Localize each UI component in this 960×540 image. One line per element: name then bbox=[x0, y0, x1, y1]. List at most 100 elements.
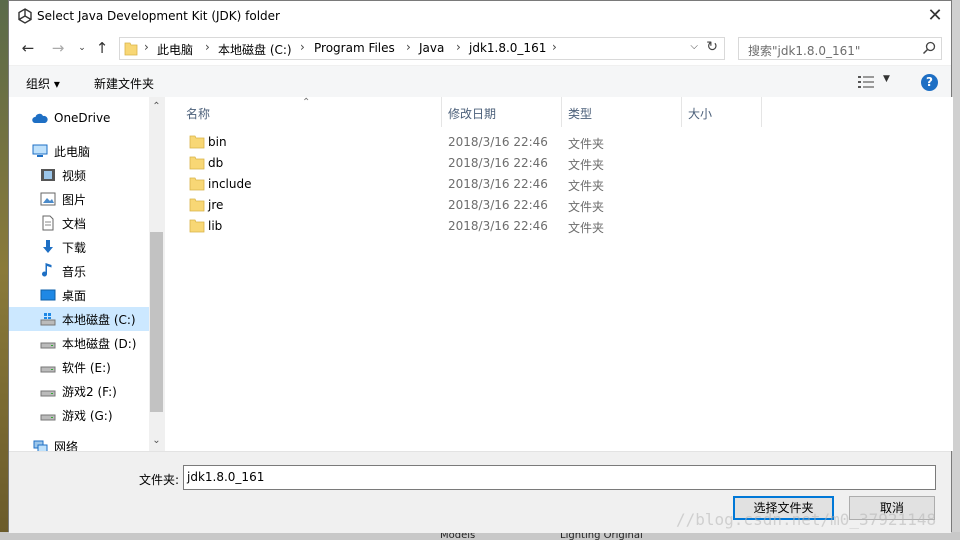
music-note-icon bbox=[42, 263, 52, 277]
folder-icon bbox=[189, 135, 205, 149]
breadcrumb-separator: › bbox=[144, 40, 149, 54]
video-icon bbox=[41, 169, 55, 181]
nav-item-drive-g[interactable]: 游戏 (G:) bbox=[9, 403, 149, 427]
file-type: 文件夹 bbox=[568, 158, 605, 172]
nav-item-label: 桌面 bbox=[62, 289, 87, 303]
nav-item-downloads[interactable]: 下载 bbox=[9, 235, 149, 259]
nav-item-label: 游戏 (G:) bbox=[62, 409, 113, 423]
nav-item-this-pc[interactable]: 此电脑 bbox=[9, 139, 149, 163]
background-tab-lighting: Lighting Original bbox=[560, 532, 643, 540]
refresh-icon[interactable]: ↻ bbox=[706, 39, 718, 55]
scroll-down-chevron-icon[interactable]: ⌄ bbox=[149, 435, 164, 446]
breadcrumb-jdk[interactable]: jdk1.8.0_161 bbox=[469, 41, 546, 55]
search-box[interactable]: 搜索"jdk1.8.0_161" bbox=[738, 37, 942, 60]
watermark: //blog.csdn.net/m0_37921148 bbox=[676, 510, 937, 529]
column-header-size[interactable]: 大小 bbox=[682, 97, 762, 127]
drive-icon bbox=[40, 342, 56, 349]
drive-icon bbox=[40, 414, 56, 421]
column-header-name[interactable]: 名称 bbox=[180, 97, 442, 127]
breadcrumb-drive-c[interactable]: 本地磁盘 (C:) bbox=[218, 41, 292, 58]
file-modified: 2018/3/16 22:46 bbox=[448, 177, 548, 191]
background-tab-models: Models bbox=[440, 532, 476, 540]
breadcrumb-java[interactable]: Java bbox=[419, 41, 444, 55]
nav-item-documents[interactable]: 文档 bbox=[9, 211, 149, 235]
view-options-button[interactable]: ▼ bbox=[858, 74, 892, 90]
nav-item-desktop[interactable]: 桌面 bbox=[9, 283, 149, 307]
file-name: bin bbox=[208, 135, 227, 149]
recent-locations-chevron-icon[interactable]: ⌄ bbox=[71, 37, 93, 59]
nav-item-label: 下载 bbox=[62, 241, 87, 255]
scroll-up-chevron-icon[interactable]: ⌃ bbox=[149, 101, 164, 112]
file-modified: 2018/3/16 22:46 bbox=[448, 219, 548, 233]
folder-icon bbox=[189, 177, 205, 191]
file-row[interactable]: db 2018/3/16 22:46 文件夹 bbox=[165, 153, 765, 174]
address-dropdown-chevron-icon[interactable]: ⌵ bbox=[690, 41, 698, 52]
file-row[interactable]: bin 2018/3/16 22:46 文件夹 bbox=[165, 132, 765, 153]
window-title: Select Java Development Kit (JDK) folder bbox=[37, 9, 280, 23]
download-arrow-icon bbox=[43, 240, 53, 253]
file-modified: 2018/3/16 22:46 bbox=[448, 156, 548, 170]
breadcrumb-separator: › bbox=[205, 40, 210, 54]
file-modified: 2018/3/16 22:46 bbox=[448, 198, 548, 212]
organize-button[interactable]: 组织 ▾ bbox=[26, 75, 60, 92]
up-arrow-icon[interactable]: ↑ bbox=[91, 37, 113, 59]
file-name: include bbox=[208, 177, 252, 191]
column-header-label: 修改日期 bbox=[448, 107, 497, 121]
nav-item-label: 游戏2 (F:) bbox=[62, 385, 117, 399]
search-icon bbox=[922, 41, 936, 55]
folder-picker-dialog: Select Java Development Kit (JDK) folder… bbox=[8, 0, 953, 533]
command-toolbar: 组织 ▾ 新建文件夹 ▼ ? bbox=[9, 65, 951, 97]
file-modified: 2018/3/16 22:46 bbox=[448, 135, 548, 149]
nav-item-label: 软件 (E:) bbox=[62, 361, 111, 375]
nav-item-drive-c[interactable]: 本地磁盘 (C:) bbox=[9, 307, 149, 331]
view-dropdown-icon: ▼ bbox=[883, 74, 890, 84]
breadcrumb-this-pc[interactable]: 此电脑 bbox=[157, 41, 193, 58]
file-row[interactable]: jre 2018/3/16 22:46 文件夹 bbox=[165, 195, 765, 216]
column-header-modified[interactable]: 修改日期 bbox=[442, 97, 562, 127]
nav-item-label: 本地磁盘 (C:) bbox=[62, 313, 136, 327]
file-row[interactable]: include 2018/3/16 22:46 文件夹 bbox=[165, 174, 765, 195]
forward-arrow-icon[interactable]: → bbox=[47, 37, 69, 59]
file-name: jre bbox=[208, 198, 224, 212]
new-folder-button[interactable]: 新建文件夹 bbox=[94, 75, 154, 92]
nav-item-drive-f[interactable]: 游戏2 (F:) bbox=[9, 379, 149, 403]
desktop-icon bbox=[40, 289, 56, 301]
address-row: ← → ⌄ ↑ › 此电脑 › 本地磁盘 (C:) › Program File… bbox=[9, 33, 951, 63]
nav-item-network[interactable]: 网络 bbox=[9, 434, 149, 451]
file-row[interactable]: lib 2018/3/16 22:46 文件夹 bbox=[165, 216, 765, 237]
column-header-type[interactable]: 类型 bbox=[562, 97, 682, 127]
nav-scrollbar[interactable]: ⌃ ⌄ bbox=[149, 97, 164, 451]
nav-item-videos[interactable]: 视频 bbox=[9, 163, 149, 187]
search-placeholder: 搜索"jdk1.8.0_161" bbox=[748, 44, 861, 58]
nav-item-label: 此电脑 bbox=[54, 145, 91, 159]
scrollbar-thumb[interactable] bbox=[150, 232, 163, 412]
address-bar[interactable]: › 此电脑 › 本地磁盘 (C:) › Program Files › Java… bbox=[119, 37, 725, 60]
nav-item-drive-e[interactable]: 软件 (E:) bbox=[9, 355, 149, 379]
folder-field-label: 文件夹: bbox=[139, 473, 180, 487]
nav-item-onedrive[interactable]: OneDrive bbox=[9, 107, 149, 131]
nav-item-music[interactable]: 音乐 bbox=[9, 259, 149, 283]
background-strip-right bbox=[952, 0, 960, 540]
cloud-icon bbox=[32, 113, 48, 123]
folder-icon bbox=[189, 156, 205, 170]
nav-item-drive-d[interactable]: 本地磁盘 (D:) bbox=[9, 331, 149, 355]
background-strip-bottom bbox=[0, 532, 960, 540]
network-icon bbox=[33, 440, 48, 451]
breadcrumb-program-files[interactable]: Program Files bbox=[314, 41, 395, 55]
nav-item-label: 本地磁盘 (D:) bbox=[62, 337, 137, 351]
nav-item-label: 网络 bbox=[54, 440, 79, 451]
file-type: 文件夹 bbox=[568, 221, 605, 235]
nav-item-pictures[interactable]: 图片 bbox=[9, 187, 149, 211]
breadcrumb-separator: › bbox=[406, 40, 411, 54]
file-name: lib bbox=[208, 219, 223, 233]
title-bar: Select Java Development Kit (JDK) folder… bbox=[9, 1, 951, 33]
file-type: 文件夹 bbox=[568, 179, 605, 193]
help-icon[interactable]: ? bbox=[921, 74, 938, 91]
file-type: 文件夹 bbox=[568, 200, 605, 214]
back-arrow-icon[interactable]: ← bbox=[17, 37, 39, 59]
nav-item-label: 文档 bbox=[62, 217, 87, 231]
close-button[interactable]: ✕ bbox=[921, 3, 949, 31]
breadcrumb-separator: › bbox=[300, 40, 305, 54]
folder-name-input[interactable]: jdk1.8.0_161 bbox=[183, 465, 936, 490]
details-view-icon bbox=[858, 76, 874, 88]
